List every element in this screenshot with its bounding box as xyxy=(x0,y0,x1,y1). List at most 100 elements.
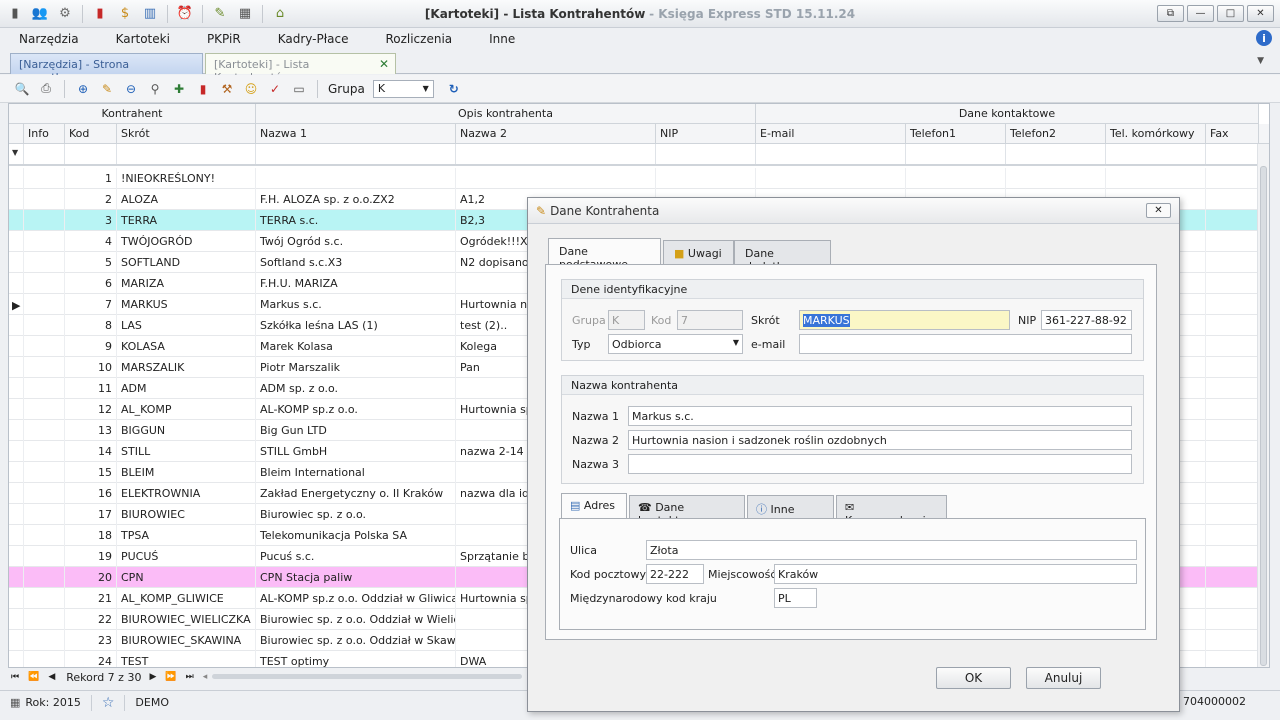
tab-dane-podstawowe[interactable]: Dane podstawowe xyxy=(548,238,661,271)
last-record-icon[interactable]: ⏭ xyxy=(186,672,194,682)
header-telefon2[interactable]: Telefon2 xyxy=(1006,124,1106,144)
book-icon[interactable]: ▮ xyxy=(193,79,213,99)
app-menu-icon[interactable]: ▮ xyxy=(4,3,26,25)
filter-cell[interactable] xyxy=(24,144,65,164)
tab-dane-dodatkowe[interactable]: Dane dodatkowe xyxy=(734,240,831,273)
cell xyxy=(1206,378,1259,399)
header-info[interactable]: Info xyxy=(24,124,65,144)
tab-list-dropdown-icon[interactable]: ▼ xyxy=(1257,56,1264,66)
employees-icon[interactable]: ⚙ xyxy=(54,3,76,25)
kod-kraju-input[interactable]: PL xyxy=(774,588,817,608)
email-input[interactable] xyxy=(799,334,1132,354)
refresh-icon[interactable]: ↻ xyxy=(444,79,464,99)
filter-cell[interactable] xyxy=(256,144,456,164)
filter-cell[interactable] xyxy=(656,144,756,164)
horizontal-scrollbar[interactable] xyxy=(212,674,522,679)
search-contractor-icon[interactable]: ⚲ xyxy=(145,79,165,99)
first-record-icon[interactable]: ⏮ xyxy=(11,672,19,682)
header-nazwa2[interactable]: Nazwa 2 xyxy=(456,124,656,144)
subtab-dane-kontaktowe[interactable]: ☎ Dane kontaktowe xyxy=(629,495,745,527)
menu-narzedzia[interactable]: Narzędzia xyxy=(0,32,97,46)
maximize-button[interactable]: □ xyxy=(1217,5,1244,22)
menu-rozliczenia[interactable]: Rozliczenia xyxy=(366,32,470,46)
scroll-left-icon[interactable]: ◂ xyxy=(203,672,208,682)
next-page-icon[interactable]: ⏩ xyxy=(165,672,176,682)
print-icon[interactable]: ⎙ xyxy=(36,79,56,99)
kod-pocztowy-input[interactable]: 22-222 xyxy=(646,564,704,584)
subtab-inne-dane[interactable]: ⓘ Inne dane xyxy=(747,495,834,530)
nazwa3-input[interactable] xyxy=(628,454,1132,474)
header-fax[interactable]: Fax xyxy=(1206,124,1259,144)
tab-uwagi[interactable]: ■ Uwagi xyxy=(663,240,734,265)
close-tab-icon[interactable]: ✕ xyxy=(379,57,389,71)
scroll-thumb[interactable] xyxy=(1260,166,1267,666)
cancel-button[interactable]: Anuluj xyxy=(1026,667,1101,689)
tools-icon[interactable]: ⚒ xyxy=(217,79,237,99)
edit-icon[interactable]: ✎ xyxy=(97,79,117,99)
menu-kadry-place[interactable]: Kadry-Płace xyxy=(259,32,367,46)
delete-icon[interactable]: ⊖ xyxy=(121,79,141,99)
header-skrot[interactable]: Skrót xyxy=(117,124,256,144)
calculator-icon[interactable]: ▦ xyxy=(234,3,256,25)
dialog-close-button[interactable]: ✕ xyxy=(1146,203,1171,218)
group-icon[interactable]: ✚ xyxy=(169,79,189,99)
cell xyxy=(24,168,65,189)
edit-document-icon[interactable]: ✎ xyxy=(209,3,231,25)
skrot-input[interactable]: MARKUS xyxy=(799,310,1010,330)
chart-icon[interactable]: ▥ xyxy=(139,3,161,25)
tab-contractors-list[interactable]: [Kartoteki] - Lista Kontrahentów ✕ xyxy=(205,53,396,84)
filter-cell[interactable] xyxy=(756,144,906,164)
cell xyxy=(1206,189,1259,210)
book-icon[interactable]: ▮ xyxy=(89,3,111,25)
cell-n1: Pucuś s.c. xyxy=(256,546,456,567)
header-kod[interactable]: Kod xyxy=(65,124,117,144)
menu-pkpir[interactable]: PKPiR xyxy=(188,32,259,46)
tab-start-page[interactable]: [Narzędzia] - Strona początkowa xyxy=(10,53,203,84)
ulica-input[interactable]: Złota xyxy=(646,540,1137,560)
filter-cell[interactable] xyxy=(65,144,117,164)
preview-icon[interactable]: 🔍 xyxy=(12,79,32,99)
menu-inne[interactable]: Inne xyxy=(470,32,533,46)
money-icon[interactable]: $ xyxy=(114,3,136,25)
typ-select[interactable]: Odbiorca ▼ xyxy=(608,334,743,354)
prev-page-icon[interactable]: ⏪ xyxy=(28,672,39,682)
address-page: Ulica Złota Kod pocztowy 22-222 Miejscow… xyxy=(559,518,1146,630)
home-icon[interactable]: ⌂ xyxy=(269,3,291,25)
next-record-icon[interactable]: ▶ xyxy=(149,672,156,682)
nazwa1-input[interactable]: Markus s.c. xyxy=(628,406,1132,426)
filter-cell[interactable] xyxy=(456,144,656,164)
minimize-button[interactable]: — xyxy=(1187,5,1214,22)
header-tel-komorkowy[interactable]: Tel. komórkowy xyxy=(1106,124,1206,144)
subtab-korespondencja[interactable]: ✉ Korespondencja xyxy=(836,495,947,527)
header-email[interactable]: E-mail xyxy=(756,124,906,144)
filter-cell[interactable] xyxy=(906,144,1006,164)
clipboard-icon[interactable]: ✓ xyxy=(265,79,285,99)
alarm-clock-icon[interactable]: ⏰ xyxy=(174,3,196,25)
nip-input[interactable]: 361-227-88-92 xyxy=(1041,310,1132,330)
cell-n1: Biurowiec sp. z o.o. Oddział w Wieliczce xyxy=(256,609,456,630)
menu-kartoteki[interactable]: Kartoteki xyxy=(97,32,188,46)
info-icon[interactable]: i xyxy=(1256,30,1272,46)
card-icon[interactable]: ▭ xyxy=(289,79,309,99)
favorites-icon[interactable]: ☆ xyxy=(92,694,126,711)
group-select[interactable]: K ▼ xyxy=(372,79,434,98)
add-icon[interactable]: ⊕ xyxy=(73,79,93,99)
table-row[interactable]: 1 !NIEOKREŚLONY! xyxy=(9,168,1259,189)
filter-cell[interactable] xyxy=(1006,144,1106,164)
row-indicator xyxy=(9,630,24,651)
close-button[interactable]: ✕ xyxy=(1247,5,1274,22)
filter-cell[interactable] xyxy=(117,144,256,164)
smiley-icon[interactable]: ☺ xyxy=(241,79,261,99)
miejscowosc-input[interactable]: Kraków xyxy=(774,564,1137,584)
vertical-scrollbar[interactable] xyxy=(1257,144,1269,667)
prev-record-icon[interactable]: ◀ xyxy=(48,672,55,682)
header-telefon1[interactable]: Telefon1 xyxy=(906,124,1006,144)
header-nazwa1[interactable]: Nazwa 1 xyxy=(256,124,456,144)
restore-icon[interactable]: ⧉ xyxy=(1157,5,1184,22)
filter-cell[interactable] xyxy=(1106,144,1206,164)
ok-button[interactable]: OK xyxy=(936,667,1011,689)
subtab-adres[interactable]: ▤ Adres xyxy=(561,493,627,519)
contractors-icon[interactable]: 👥 xyxy=(29,3,51,25)
header-nip[interactable]: NIP xyxy=(656,124,756,144)
nazwa2-input[interactable]: Hurtownia nasion i sadzonek roślin ozdob… xyxy=(628,430,1132,450)
